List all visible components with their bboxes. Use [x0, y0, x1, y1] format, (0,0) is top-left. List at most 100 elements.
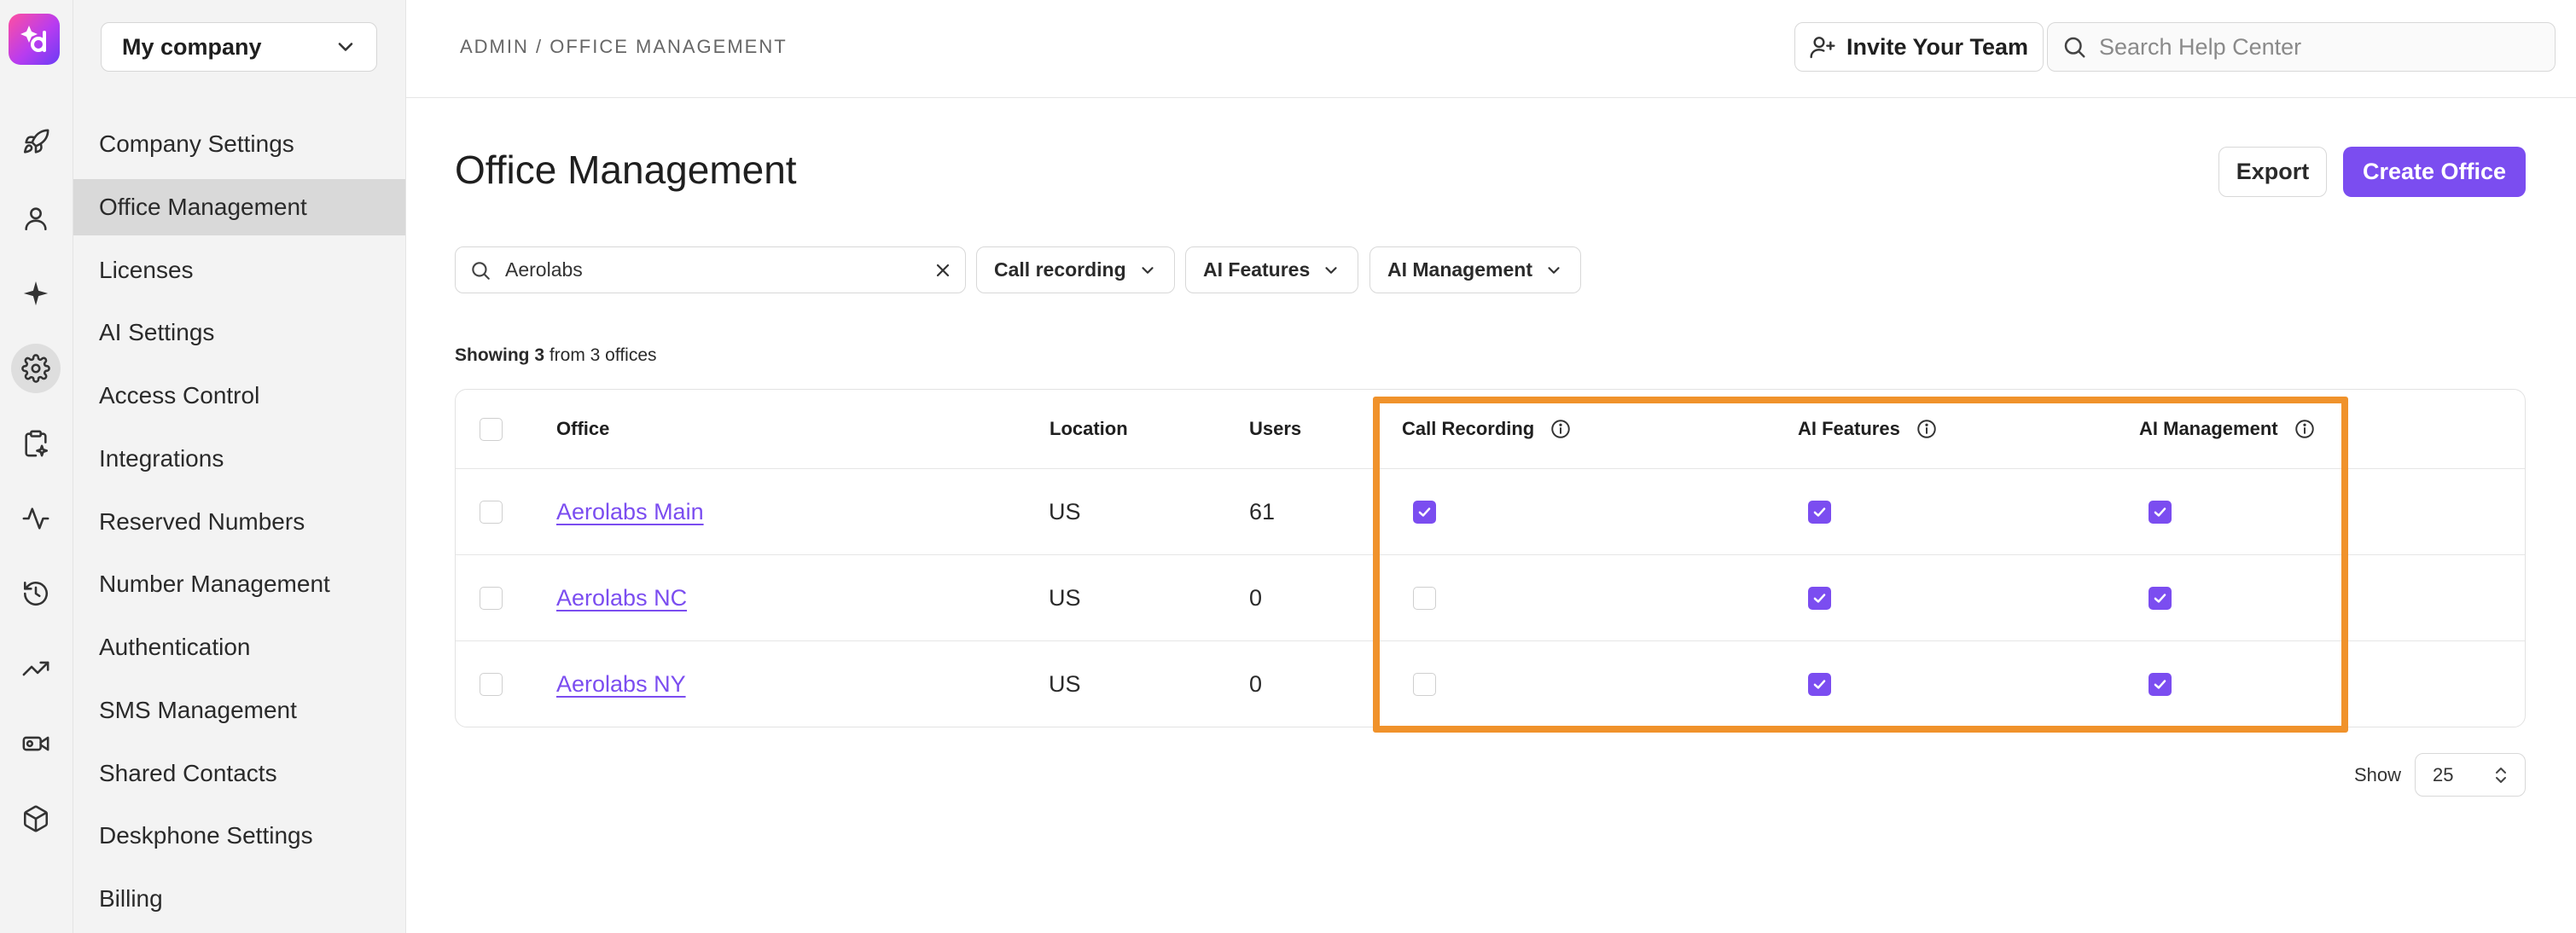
company-select[interactable]: My company	[101, 22, 377, 72]
clear-search-icon[interactable]	[933, 260, 953, 281]
sidebar-item-access-control[interactable]: Access Control	[73, 368, 405, 424]
column-header-location[interactable]: Location	[1050, 390, 1128, 468]
dialpad-logo-icon[interactable]	[9, 14, 60, 65]
call-recording-checkbox[interactable]	[1413, 586, 1436, 610]
table-header-row: Office Location Users Call Recording AI …	[456, 390, 2525, 469]
history-icon[interactable]	[11, 569, 61, 618]
users-cell: 61	[1249, 498, 1276, 524]
sidebar-item-sms-management[interactable]: SMS Management	[73, 682, 405, 739]
top-bar: ADMIN / OFFICE MANAGEMENT Invite Your Te…	[406, 0, 2576, 98]
rocket-icon[interactable]	[11, 118, 61, 167]
office-search-input[interactable]	[505, 258, 915, 281]
clipboard-sparkle-icon[interactable]	[11, 419, 61, 468]
checkmark-icon	[1418, 507, 1431, 517]
table-row: Aerolabs Main US 61	[456, 469, 2525, 555]
info-icon[interactable]	[1916, 418, 1938, 440]
users-cell: 0	[1249, 671, 1263, 697]
cube-icon[interactable]	[11, 794, 61, 843]
person-add-icon	[1810, 37, 1835, 59]
filter-ai-features-label: AI Features	[1203, 258, 1311, 281]
call-recording-checkbox[interactable]	[1413, 500, 1436, 524]
results-count-rest: from 3 offices	[544, 345, 657, 365]
table-row: Aerolabs NY US 0	[456, 641, 2525, 727]
trending-up-icon[interactable]	[11, 644, 61, 693]
column-header-users[interactable]: Users	[1249, 390, 1301, 468]
company-select-label: My company	[122, 33, 262, 60]
filter-ai-features[interactable]: AI Features	[1185, 246, 1359, 293]
chevron-down-icon	[338, 43, 353, 51]
column-header-ai-features[interactable]: AI Features	[1798, 418, 1900, 440]
row-select-checkbox[interactable]	[480, 500, 503, 524]
checkmark-icon	[1813, 507, 1826, 517]
column-header-ai-management[interactable]: AI Management	[2139, 418, 2278, 440]
gear-icon[interactable]	[11, 344, 61, 393]
page-size-value: 25	[2433, 763, 2454, 785]
help-search[interactable]	[2047, 22, 2556, 72]
ai-features-checkbox[interactable]	[1808, 673, 1831, 696]
select-all-checkbox[interactable]	[480, 417, 503, 441]
checkmark-icon	[2154, 593, 2166, 603]
chevron-down-icon	[1142, 266, 1154, 274]
export-button[interactable]: Export	[2218, 147, 2327, 197]
info-icon[interactable]	[1550, 418, 1572, 440]
sidebar-item-number-management[interactable]: Number Management	[73, 556, 405, 612]
person-icon[interactable]	[11, 194, 61, 243]
sidebar-item-integrations[interactable]: Integrations	[73, 431, 405, 487]
location-cell: US	[1049, 584, 1081, 611]
office-search[interactable]	[455, 246, 966, 293]
users-cell: 0	[1249, 584, 1263, 611]
ai-management-checkbox[interactable]	[2149, 586, 2172, 610]
filter-ai-management[interactable]: AI Management	[1369, 246, 1581, 293]
filter-call-recording-label: Call recording	[994, 258, 1126, 281]
checkmark-icon	[2154, 680, 2166, 689]
ai-management-checkbox[interactable]	[2149, 673, 2172, 696]
chevron-down-icon	[1325, 266, 1337, 274]
call-recording-checkbox[interactable]	[1413, 673, 1436, 696]
chevron-up-down-icon	[2496, 767, 2506, 783]
sidebar-item-billing[interactable]: Billing	[73, 871, 405, 927]
ai-features-checkbox[interactable]	[1808, 586, 1831, 610]
column-header-office[interactable]: Office	[556, 390, 609, 468]
ai-features-checkbox[interactable]	[1808, 500, 1831, 524]
checkmark-icon	[2154, 507, 2166, 517]
sidebar-item-authentication[interactable]: Authentication	[73, 619, 405, 675]
chevron-down-icon	[1548, 266, 1560, 274]
sidebar-item-office-management[interactable]: Office Management	[73, 179, 405, 235]
office-link[interactable]: Aerolabs Main	[556, 499, 704, 525]
activity-icon[interactable]	[11, 494, 61, 543]
sidebar-item-ai-settings[interactable]: AI Settings	[73, 304, 405, 361]
invite-team-button[interactable]: Invite Your Team	[1794, 22, 2044, 72]
location-cell: US	[1049, 498, 1081, 524]
info-icon[interactable]	[2294, 418, 2316, 440]
invite-team-label: Invite Your Team	[1846, 33, 2029, 60]
page-size-label: Show	[2354, 764, 2402, 785]
search-icon	[2064, 37, 2085, 58]
results-count: Showing 3 from 3 offices	[455, 345, 657, 366]
checkmark-icon	[1813, 680, 1826, 689]
results-count-number: Showing 3	[455, 345, 544, 365]
icon-rail	[0, 0, 73, 933]
sidebar-item-shared-contacts[interactable]: Shared Contacts	[73, 745, 405, 802]
sidebar-item-reserved-numbers[interactable]: Reserved Numbers	[73, 494, 405, 550]
office-link[interactable]: Aerolabs NC	[556, 585, 687, 611]
row-select-checkbox[interactable]	[480, 586, 503, 610]
row-select-checkbox[interactable]	[480, 673, 503, 696]
help-search-input[interactable]	[2099, 33, 2543, 61]
video-camera-icon[interactable]	[11, 719, 61, 768]
filter-call-recording[interactable]: Call recording	[976, 246, 1175, 293]
create-office-button[interactable]: Create Office	[2343, 147, 2526, 197]
offices-table: Office Location Users Call Recording AI …	[455, 389, 2526, 727]
ai-management-checkbox[interactable]	[2149, 500, 2172, 524]
column-header-call-recording[interactable]: Call Recording	[1402, 418, 1534, 440]
location-cell: US	[1049, 671, 1081, 697]
page-size-select[interactable]: 25	[2415, 753, 2526, 797]
sparkle-icon[interactable]	[11, 269, 61, 318]
table-row: Aerolabs NC US 0	[456, 555, 2525, 641]
office-link[interactable]: Aerolabs NY	[556, 671, 686, 698]
sidebar-item-company-settings[interactable]: Company Settings	[73, 116, 405, 172]
breadcrumb: ADMIN / OFFICE MANAGEMENT	[460, 36, 788, 57]
sidebar-item-licenses[interactable]: Licenses	[73, 242, 405, 298]
settings-sidebar: My company Company Settings Office Manag…	[73, 0, 406, 933]
filter-ai-management-label: AI Management	[1387, 258, 1532, 281]
sidebar-item-deskphone-settings[interactable]: Deskphone Settings	[73, 808, 405, 864]
